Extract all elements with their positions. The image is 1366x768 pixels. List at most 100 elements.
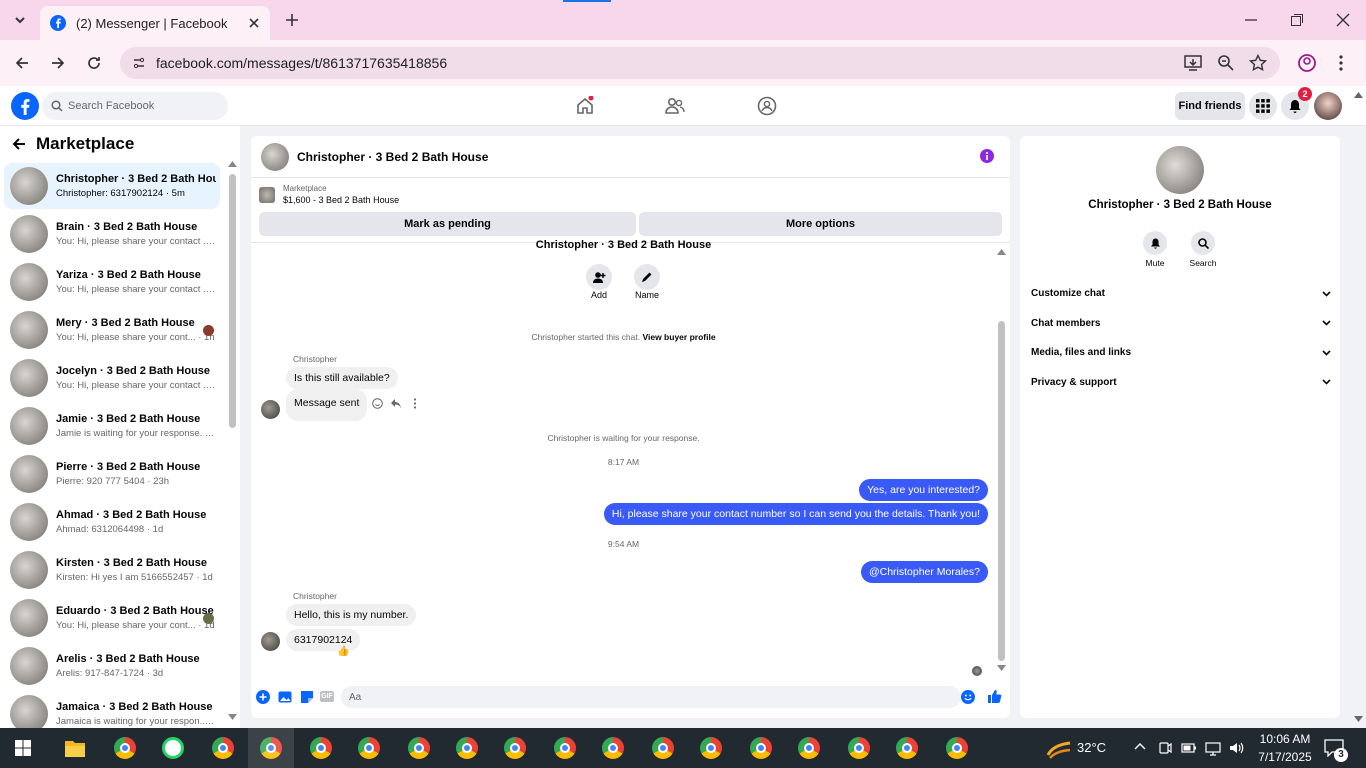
weather-icon[interactable] — [1046, 737, 1072, 759]
chrome-profile-icon[interactable] — [798, 737, 820, 759]
back-arrow-icon[interactable] — [12, 137, 26, 151]
edit-name-icon[interactable] — [634, 264, 660, 290]
conversation-item[interactable]: Ahmad · 3 Bed 2 Bath House Ahmad: 6312064… — [4, 499, 220, 545]
thumbs-up-reaction[interactable]: 👍 — [337, 646, 349, 657]
outgoing-message[interactable]: Hi, please share your contact number so … — [603, 503, 988, 525]
whatsapp-icon[interactable] — [162, 737, 184, 759]
chrome-profile-icon[interactable] — [848, 737, 870, 759]
message-input[interactable]: Aa — [341, 686, 975, 708]
close-tab-icon[interactable] — [248, 17, 260, 29]
more-options-button[interactable]: More options — [639, 212, 1002, 236]
conversation-item[interactable]: Christopher · 3 Bed 2 Bath House Christop… — [4, 163, 220, 209]
more-actions-icon[interactable] — [413, 398, 417, 409]
close-window-icon[interactable] — [1336, 13, 1350, 27]
install-app-icon[interactable] — [1184, 54, 1202, 72]
find-friends-button[interactable]: Find friends — [1175, 92, 1245, 120]
plus-circle-icon[interactable] — [256, 690, 270, 704]
bookmark-star-icon[interactable] — [1249, 54, 1267, 72]
profile-icon[interactable] — [1298, 54, 1316, 72]
chrome-profile-icon[interactable] — [896, 737, 918, 759]
sender-avatar[interactable] — [261, 632, 280, 651]
site-info-icon[interactable] — [132, 56, 146, 70]
forward-icon[interactable] — [50, 55, 66, 71]
chrome-profile-icon[interactable] — [212, 737, 234, 759]
page-scroll-up-icon[interactable] — [1354, 92, 1363, 98]
file-explorer-icon[interactable] — [64, 738, 86, 758]
search-chat-icon[interactable] — [1191, 231, 1215, 255]
chrome-profile-icon[interactable] — [310, 737, 332, 759]
gif-icon[interactable]: GIF — [320, 691, 334, 702]
clock-time[interactable]: 10:06 AM — [1250, 732, 1320, 746]
conversation-item[interactable]: Brain · 3 Bed 2 Bath House You: Hi, pleas… — [4, 211, 220, 257]
incoming-message[interactable]: Message sent — [286, 389, 368, 421]
sticker-icon[interactable] — [300, 690, 314, 704]
account-avatar[interactable] — [1314, 92, 1342, 120]
emoji-icon[interactable] — [961, 690, 975, 704]
chrome-profile-icon[interactable] — [602, 737, 624, 759]
mark-pending-button[interactable]: Mark as pending — [259, 212, 636, 236]
meet-now-icon[interactable] — [1158, 740, 1172, 756]
like-send-icon[interactable] — [987, 689, 1002, 704]
photo-icon[interactable] — [278, 690, 292, 704]
conversation-item[interactable]: Mery · 3 Bed 2 Bath House You: Hi, please… — [4, 307, 220, 353]
chat-title[interactable]: Christopher · 3 Bed 2 Bath House — [297, 150, 488, 164]
conversation-item[interactable]: Kirsten · 3 Bed 2 Bath House Kirsten: Hi … — [4, 547, 220, 593]
chat-scrollbar[interactable] — [998, 321, 1005, 661]
home-icon[interactable] — [575, 96, 595, 116]
conversation-item[interactable]: Jocelyn · 3 Bed 2 Bath House You: Hi, ple… — [4, 355, 220, 401]
scroll-up-icon[interactable] — [228, 161, 237, 167]
chrome-profile-icon[interactable] — [114, 737, 136, 759]
chrome-profile-icon[interactable] — [750, 737, 772, 759]
back-icon[interactable] — [14, 55, 30, 71]
network-icon[interactable] — [1205, 740, 1221, 756]
groups-icon[interactable] — [757, 96, 777, 116]
address-bar[interactable]: facebook.com/messages/t/8613717635418856 — [120, 47, 1280, 79]
incoming-message[interactable]: Hello, this is my number. — [286, 604, 417, 626]
scroll-down-icon[interactable] — [997, 665, 1006, 671]
conversation-item[interactable]: Eduardo · 3 Bed 2 Bath House You: Hi, ple… — [4, 595, 220, 641]
scroll-down-icon[interactable] — [228, 714, 237, 720]
browser-menu-icon[interactable] — [1338, 54, 1344, 72]
chrome-profile-icon[interactable] — [504, 737, 526, 759]
windows-start-icon[interactable] — [15, 740, 31, 756]
reload-icon[interactable] — [86, 55, 102, 71]
restore-icon[interactable] — [1290, 13, 1304, 27]
conversation-item[interactable]: Jamie · 3 Bed 2 Bath House Jamie is waiti… — [4, 403, 220, 449]
listing-thumbnail[interactable] — [259, 187, 275, 203]
browser-tab[interactable]: (2) Messenger | Facebook — [40, 6, 270, 40]
clock-date[interactable]: 7/17/2025 — [1250, 750, 1320, 764]
tray-chevron-icon[interactable] — [1134, 742, 1146, 750]
battery-icon[interactable] — [1181, 741, 1197, 755]
reply-icon[interactable] — [390, 398, 402, 409]
sidebar-scrollbar[interactable] — [229, 174, 236, 428]
friends-icon[interactable] — [665, 96, 685, 116]
menu-grid-icon[interactable] — [1249, 92, 1277, 120]
chrome-profile-icon[interactable] — [652, 737, 674, 759]
info-icon[interactable] — [980, 149, 994, 163]
chrome-profile-icon[interactable] — [946, 737, 968, 759]
info-menu-item[interactable]: Privacy & support — [1031, 377, 1331, 388]
conversation-item[interactable]: Yariza · 3 Bed 2 Bath House You: Hi, plea… — [4, 259, 220, 305]
info-menu-item[interactable]: Media, files and links — [1031, 347, 1331, 358]
search-input[interactable]: Search Facebook — [42, 92, 228, 120]
info-avatar[interactable] — [1156, 146, 1204, 194]
info-menu-item[interactable]: Customize chat — [1031, 288, 1331, 299]
conversation-item[interactable]: Pierre · 3 Bed 2 Bath House Pierre: 920 7… — [4, 451, 220, 497]
chrome-profile-icon[interactable] — [358, 737, 380, 759]
facebook-logo-icon[interactable] — [11, 92, 39, 120]
conversation-item[interactable]: Arelis · 3 Bed 2 Bath House Arelis: 917-8… — [4, 643, 220, 689]
mute-bell-icon[interactable] — [1143, 231, 1167, 255]
minimize-icon[interactable] — [1244, 13, 1258, 27]
info-menu-item[interactable]: Chat members — [1031, 318, 1331, 329]
add-person-icon[interactable] — [586, 264, 612, 290]
sender-avatar[interactable] — [261, 400, 280, 419]
tab-list-icon[interactable] — [12, 12, 28, 28]
volume-icon[interactable] — [1228, 740, 1244, 756]
incoming-message[interactable]: Is this still available? — [286, 367, 398, 389]
outgoing-message[interactable]: Yes, are you interested? — [859, 479, 988, 501]
outgoing-message[interactable]: @Christopher Morales? — [860, 561, 988, 583]
page-scroll-down-icon[interactable] — [1354, 716, 1363, 722]
scroll-up-icon[interactable] — [997, 249, 1006, 255]
new-tab-icon[interactable] — [284, 12, 300, 28]
chrome-profile-icon[interactable] — [700, 737, 722, 759]
